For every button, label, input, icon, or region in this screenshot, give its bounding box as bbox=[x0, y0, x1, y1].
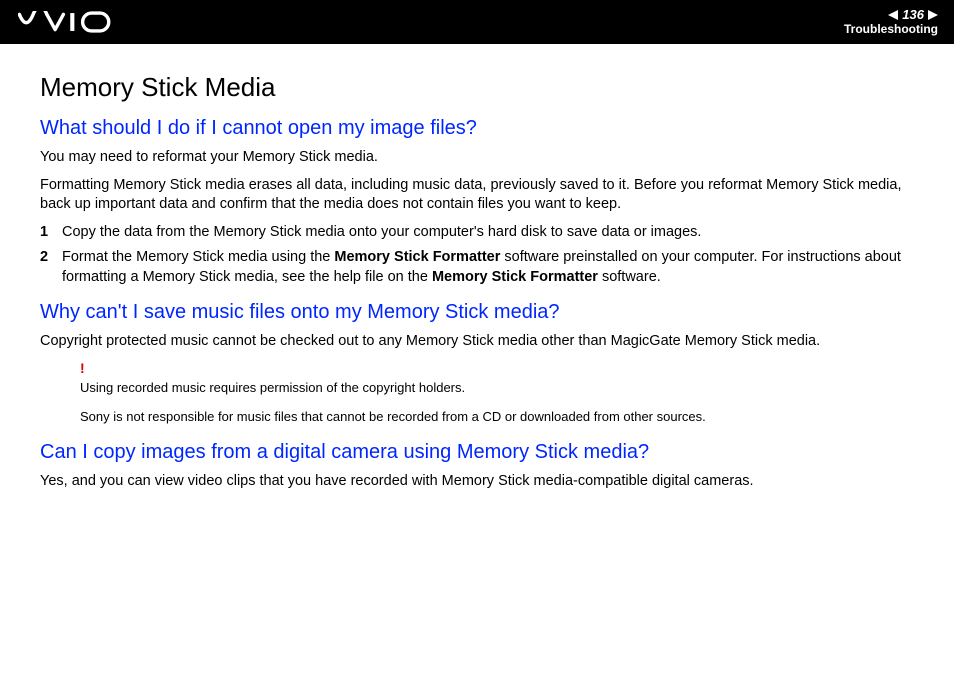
header-bar: 136 Troubleshooting bbox=[0, 0, 954, 44]
prev-page-icon[interactable] bbox=[888, 10, 898, 20]
q1-step-2: 2 Format the Memory Stick media using th… bbox=[40, 248, 914, 287]
step-number: 2 bbox=[40, 248, 62, 287]
warning-icon: ! bbox=[80, 360, 914, 376]
page-nav: 136 bbox=[888, 8, 938, 22]
q1-steps: 1 Copy the data from the Memory Stick me… bbox=[40, 223, 914, 288]
q1-step-1: 1 Copy the data from the Memory Stick me… bbox=[40, 223, 914, 243]
section-label: Troubleshooting bbox=[844, 23, 938, 36]
question-1-heading: What should I do if I cannot open my ima… bbox=[40, 117, 914, 140]
q3-paragraph-1: Yes, and you can view video clips that y… bbox=[40, 472, 914, 492]
warning-text-2: Sony is not responsible for music files … bbox=[80, 407, 914, 427]
q2-paragraph-1: Copyright protected music cannot be chec… bbox=[40, 332, 914, 352]
page-number: 136 bbox=[902, 8, 924, 22]
vaio-logo bbox=[18, 11, 128, 33]
page-title: Memory Stick Media bbox=[40, 72, 914, 103]
step-text: Copy the data from the Memory Stick medi… bbox=[62, 223, 914, 243]
question-3-heading: Can I copy images from a digital camera … bbox=[40, 441, 914, 464]
q1-paragraph-1: You may need to reformat your Memory Sti… bbox=[40, 148, 914, 168]
warning-text-1: Using recorded music requires permission… bbox=[80, 378, 914, 398]
q1-paragraph-2: Formatting Memory Stick media erases all… bbox=[40, 176, 914, 215]
page-content: Memory Stick Media What should I do if I… bbox=[0, 44, 954, 492]
header-right: 136 Troubleshooting bbox=[844, 8, 938, 35]
step-text: Format the Memory Stick media using the … bbox=[62, 248, 914, 287]
question-2-heading: Why can't I save music files onto my Mem… bbox=[40, 301, 914, 324]
next-page-icon[interactable] bbox=[928, 10, 938, 20]
step-number: 1 bbox=[40, 223, 62, 243]
warning-block: ! Using recorded music requires permissi… bbox=[80, 360, 914, 427]
